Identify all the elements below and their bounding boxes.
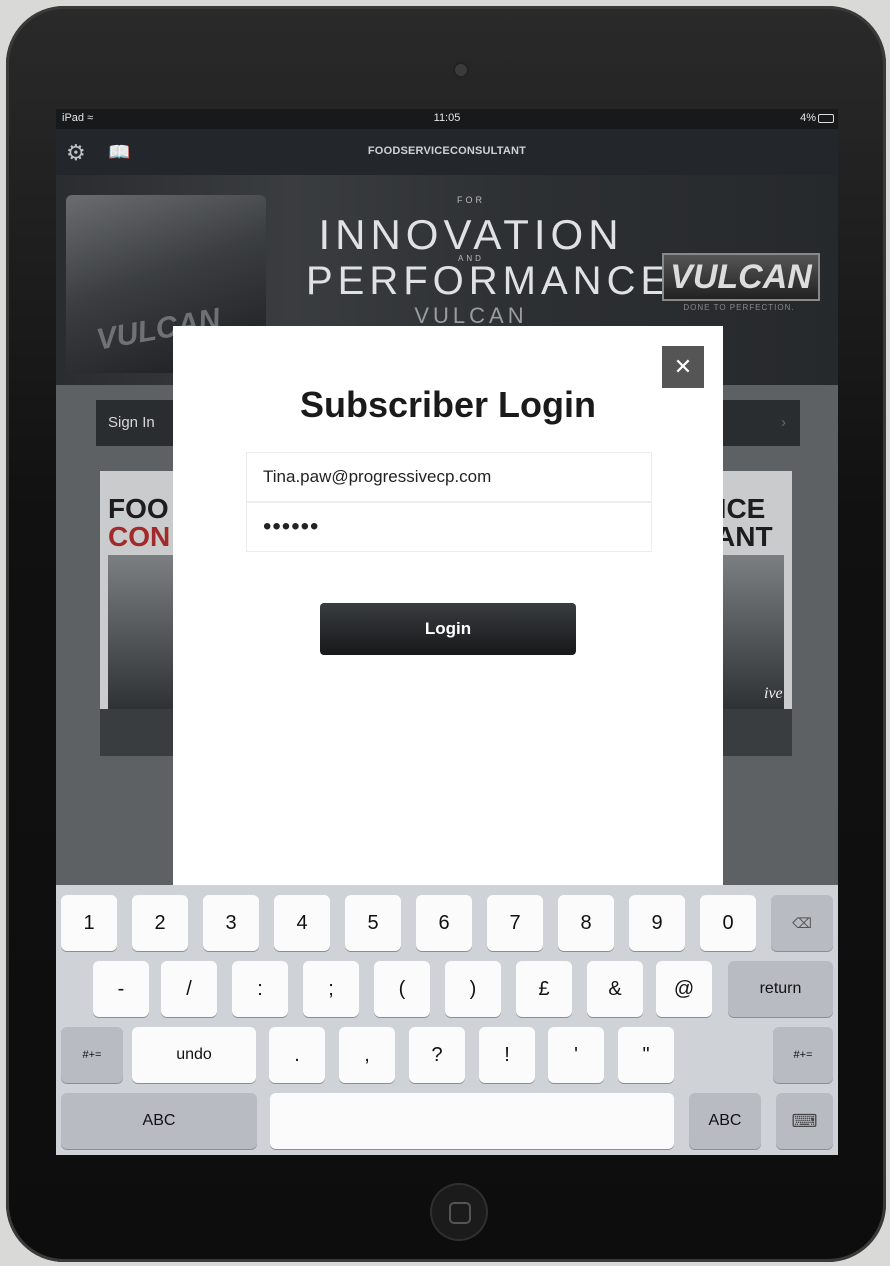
key-at[interactable]: @ xyxy=(656,961,712,1017)
key-quote[interactable]: " xyxy=(618,1027,674,1083)
key-3[interactable]: 3 xyxy=(203,895,259,951)
banner-innovation: INNOVATION xyxy=(318,211,624,258)
status-bar: iPad ≈ 11:05 4% xyxy=(56,109,838,129)
battery-percent: 4% xyxy=(800,112,816,124)
password-field-wrapper xyxy=(246,502,652,552)
return-key[interactable]: return xyxy=(728,961,833,1017)
key-slash[interactable]: / xyxy=(161,961,217,1017)
keyboard: 1 2 3 4 5 6 7 8 9 0 ⌫ - / : ; ( ) £ & @ … xyxy=(56,885,838,1155)
key-pound[interactable]: £ xyxy=(516,961,572,1017)
key-comma[interactable]: , xyxy=(339,1027,395,1083)
home-button[interactable] xyxy=(430,1183,488,1241)
dialog-title: Subscriber Login xyxy=(299,384,597,425)
key-5[interactable]: 5 xyxy=(345,895,401,951)
cover-right-caption: ive xyxy=(764,685,783,702)
key-period[interactable]: . xyxy=(269,1027,325,1083)
app-title: FOODSERVICECONSULTANT xyxy=(367,145,527,157)
symbols-key-right[interactable]: #+= xyxy=(773,1027,833,1083)
chevron-right-icon: › xyxy=(781,414,786,431)
space-key[interactable] xyxy=(270,1093,674,1149)
key-7[interactable]: 7 xyxy=(487,895,543,951)
password-field[interactable] xyxy=(247,503,651,551)
key-4[interactable]: 4 xyxy=(274,895,330,951)
symbols-key-left[interactable]: #+= xyxy=(61,1027,123,1083)
clock: 11:05 xyxy=(433,112,461,124)
backspace-key[interactable]: ⌫ xyxy=(771,895,833,951)
vulcan-logo: VULCAN xyxy=(662,253,820,301)
close-button[interactable]: ✕ xyxy=(662,346,704,388)
key-open-paren[interactable]: ( xyxy=(374,961,430,1017)
keyboard-hide-icon: ⌨ xyxy=(791,1111,818,1131)
nav-bar: ⚙ 📖 FOODSERVICECONSULTANT xyxy=(56,129,838,175)
backspace-icon: ⌫ xyxy=(792,915,812,931)
key-1[interactable]: 1 xyxy=(61,895,117,951)
key-9[interactable]: 9 xyxy=(629,895,685,951)
cover-left-line2: CON xyxy=(108,521,171,552)
key-colon[interactable]: : xyxy=(232,961,288,1017)
camera-icon xyxy=(455,64,467,76)
abc-key-left[interactable]: ABC xyxy=(61,1093,257,1149)
key-semicolon[interactable]: ; xyxy=(303,961,359,1017)
vulcan-tagline: DONE TO PERFECTION. xyxy=(683,303,795,312)
battery-icon xyxy=(818,114,834,123)
banner-performance: PERFORMANCE xyxy=(306,259,673,303)
key-apostrophe[interactable]: ' xyxy=(548,1027,604,1083)
key-question[interactable]: ? xyxy=(409,1027,465,1083)
key-8[interactable]: 8 xyxy=(558,895,614,951)
subscriber-login-dialog: ✕ Subscriber Login Login xyxy=(173,326,723,886)
screen: iPad ≈ 11:05 4% ⚙ 📖 FOODSERVICECONSULTAN… xyxy=(56,109,838,1155)
banner-for: FOR xyxy=(457,195,485,205)
key-hyphen[interactable]: - xyxy=(93,961,149,1017)
key-exclamation[interactable]: ! xyxy=(479,1027,535,1083)
email-field[interactable] xyxy=(247,453,651,501)
undo-key[interactable]: undo xyxy=(132,1027,256,1083)
key-2[interactable]: 2 xyxy=(132,895,188,951)
sign-in-label: Sign In xyxy=(108,414,155,431)
key-ampersand[interactable]: & xyxy=(587,961,643,1017)
key-6[interactable]: 6 xyxy=(416,895,472,951)
abc-key-right[interactable]: ABC xyxy=(689,1093,761,1149)
key-0[interactable]: 0 xyxy=(700,895,756,951)
key-close-paren[interactable]: ) xyxy=(445,961,501,1017)
hide-keyboard-key[interactable]: ⌨ xyxy=(776,1093,833,1149)
login-button[interactable]: Login xyxy=(320,603,576,655)
email-field-wrapper xyxy=(246,452,652,502)
